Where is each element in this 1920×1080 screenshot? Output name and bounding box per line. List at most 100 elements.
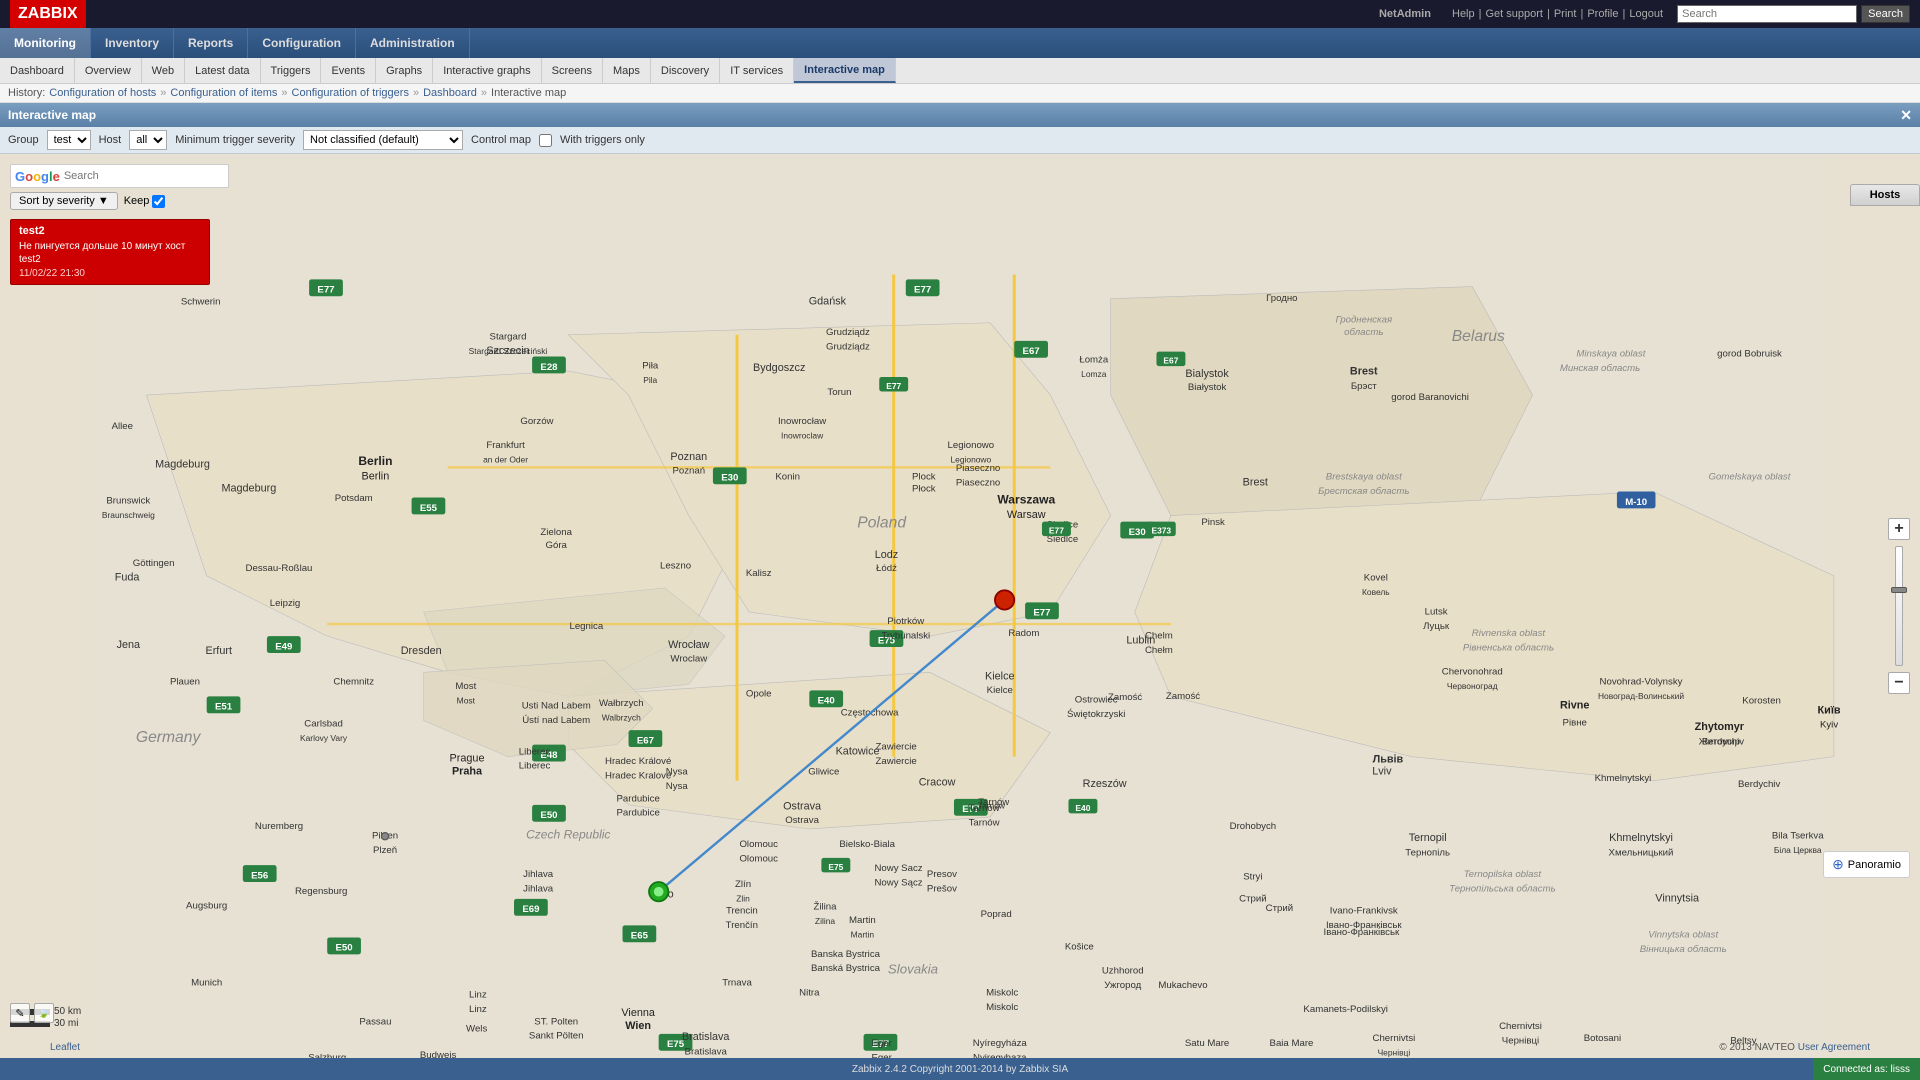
svg-text:an der Oder: an der Oder <box>483 455 528 465</box>
zoom-thumb[interactable] <box>1891 587 1907 593</box>
svg-text:Brunswick: Brunswick <box>106 496 150 507</box>
subnav-discovery[interactable]: Discovery <box>651 58 720 83</box>
svg-text:Hradec Kralové: Hradec Kralové <box>605 770 671 781</box>
svg-text:Belarus: Belarus <box>1452 328 1505 345</box>
svg-text:Plauen: Plauen <box>170 676 200 687</box>
svg-text:Dresden: Dresden <box>401 645 442 657</box>
severity-select[interactable]: Not classified (default) <box>303 130 463 150</box>
profile-link[interactable]: Profile <box>1587 8 1618 20</box>
svg-text:Drohobych: Drohobych <box>1230 821 1277 832</box>
print-link[interactable]: Print <box>1554 8 1577 20</box>
svg-text:Miskolc: Miskolc <box>986 1002 1018 1013</box>
svg-text:Opole: Opole <box>746 688 772 699</box>
panoramio-button[interactable]: ⊕ Panoramio <box>1823 851 1910 878</box>
alert-timestamp: 11/02/22 21:30 <box>19 268 201 279</box>
svg-text:Botosani: Botosani <box>1584 1033 1621 1044</box>
svg-text:E30: E30 <box>721 473 738 484</box>
search-button[interactable]: Search <box>1861 5 1910 23</box>
subnav-web[interactable]: Web <box>142 58 185 83</box>
subnav-interactive-map[interactable]: Interactive map <box>794 58 896 83</box>
help-link[interactable]: Help <box>1452 8 1475 20</box>
subnav-graphs[interactable]: Graphs <box>376 58 433 83</box>
search-input[interactable] <box>1677 5 1857 23</box>
edit-pencil-icon[interactable]: ✎ <box>10 1003 30 1023</box>
svg-text:Kalisz: Kalisz <box>746 568 772 579</box>
close-icon[interactable]: ✕ <box>1900 107 1912 124</box>
svg-text:Piotrków: Piotrków <box>887 616 924 627</box>
svg-text:Wałbrzych: Wałbrzych <box>599 698 644 709</box>
breadcrumb-config-items[interactable]: Configuration of items <box>170 87 277 99</box>
zoom-in-button[interactable]: + <box>1888 518 1910 540</box>
subnav-dashboard[interactable]: Dashboard <box>0 58 75 83</box>
svg-text:E56: E56 <box>251 870 268 881</box>
svg-text:Nuremberg: Nuremberg <box>255 821 303 832</box>
breadcrumb-config-triggers[interactable]: Configuration of triggers <box>292 87 409 99</box>
leaflet-icon[interactable]: 🍃 <box>34 1003 54 1023</box>
hosts-button[interactable]: Hosts <box>1850 184 1920 206</box>
svg-text:Leipzig: Leipzig <box>270 598 301 609</box>
svg-text:Mukachevo: Mukachevo <box>1158 980 1207 991</box>
svg-text:E28: E28 <box>540 362 558 373</box>
logout-link[interactable]: Logout <box>1629 8 1663 20</box>
nav-configuration[interactable]: Configuration <box>248 28 356 58</box>
keep-checkbox[interactable] <box>152 195 165 208</box>
svg-text:Хмельницький: Хмельницький <box>1609 848 1674 859</box>
svg-text:Gdańsk: Gdańsk <box>809 296 847 308</box>
subnav-screens[interactable]: Screens <box>542 58 603 83</box>
breadcrumb-dashboard[interactable]: Dashboard <box>423 87 477 99</box>
get-support-link[interactable]: Get support <box>1485 8 1542 20</box>
svg-text:Warszawa: Warszawa <box>997 493 1055 507</box>
zoom-slider[interactable] <box>1895 546 1903 666</box>
svg-text:Pinsk: Pinsk <box>1201 517 1225 528</box>
svg-text:Zawiercie: Zawiercie <box>876 741 917 752</box>
svg-text:gorod Bobruisk: gorod Bobruisk <box>1717 348 1782 359</box>
subnav-overview[interactable]: Overview <box>75 58 142 83</box>
leaflet-link[interactable]: Leaflet <box>50 1042 80 1053</box>
subnav-events[interactable]: Events <box>321 58 376 83</box>
svg-text:Poland: Poland <box>857 515 907 532</box>
svg-text:Świętokrzyski: Świętokrzyski <box>1067 708 1125 720</box>
svg-text:Inowrocław: Inowrocław <box>778 416 826 427</box>
svg-text:Baia Mare: Baia Mare <box>1270 1038 1314 1049</box>
svg-text:Warsaw: Warsaw <box>1007 509 1046 521</box>
sort-severity-button[interactable]: Sort by severity ▼ <box>10 192 118 210</box>
control-map-checkbox[interactable] <box>539 134 552 147</box>
svg-text:ST. Polten: ST. Polten <box>534 1016 578 1027</box>
google-search-input[interactable] <box>64 167 224 185</box>
host-label: Host <box>99 134 122 146</box>
svg-text:Martin: Martin <box>851 929 875 939</box>
host-select[interactable]: all <box>129 130 167 150</box>
group-select[interactable]: test <box>47 130 91 150</box>
svg-text:Prague: Prague <box>450 752 485 764</box>
breadcrumb-config-hosts[interactable]: Configuration of hosts <box>49 87 156 99</box>
svg-text:Chełm: Chełm <box>1145 645 1173 656</box>
svg-text:Tarnów: Tarnów <box>978 800 1006 810</box>
zoom-out-button[interactable]: − <box>1888 672 1910 694</box>
svg-text:Most: Most <box>455 681 476 692</box>
svg-text:Piaseczno: Piaseczno <box>956 463 1000 474</box>
user-agreement-link[interactable]: User Agreement <box>1798 1042 1870 1053</box>
svg-text:Kamanets-Podilskyi: Kamanets-Podilskyi <box>1303 1004 1388 1015</box>
svg-text:M-10: M-10 <box>1625 497 1647 508</box>
control-map-label: Control map <box>471 134 531 146</box>
svg-text:Piła: Piła <box>642 361 659 372</box>
nav-reports[interactable]: Reports <box>174 28 248 58</box>
subnav-triggers[interactable]: Triggers <box>261 58 322 83</box>
ruler-50km-label: 50 km <box>54 1006 81 1017</box>
svg-text:Ostrowiec: Ostrowiec <box>1075 694 1118 705</box>
map-background[interactable]: E77 E77 E28 E30 E75 E67 E40 E77 E30 E55 <box>0 154 1920 1058</box>
subnav-latest-data[interactable]: Latest data <box>185 58 260 83</box>
svg-text:Stargard Szczeciński: Stargard Szczeciński <box>469 346 548 356</box>
subnav-it-services[interactable]: IT services <box>720 58 794 83</box>
subnav-interactive-graphs[interactable]: Interactive graphs <box>433 58 541 83</box>
svg-text:E77: E77 <box>914 285 931 296</box>
svg-text:Jena: Jena <box>117 639 141 651</box>
nav-administration[interactable]: Administration <box>356 28 470 58</box>
subnav-maps[interactable]: Maps <box>603 58 651 83</box>
nav-inventory[interactable]: Inventory <box>91 28 174 58</box>
svg-text:Novohrad-Volynsky: Novohrad-Volynsky <box>1600 676 1683 687</box>
svg-text:E40: E40 <box>818 696 835 707</box>
svg-text:Zawiercie: Zawiercie <box>876 756 917 767</box>
nav-monitoring[interactable]: Monitoring <box>0 28 91 58</box>
svg-text:E65: E65 <box>631 931 649 942</box>
